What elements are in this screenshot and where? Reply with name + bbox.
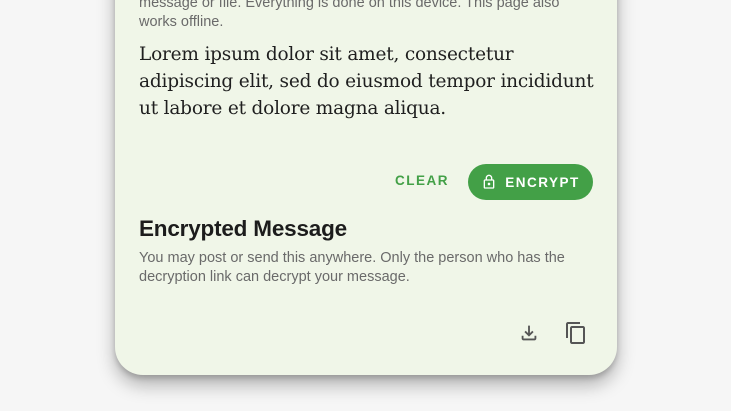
encrypted-message-description: You may post or send this anywhere. Only… — [139, 250, 565, 285]
encrypt-card: message or file. Everything is done on t… — [115, 0, 617, 375]
lock-icon — [481, 174, 497, 190]
message-input[interactable]: Lorem ipsum dolor sit amet, consectetur … — [139, 41, 599, 122]
encrypt-button-label: ENCRYPT — [505, 174, 580, 190]
copy-icon[interactable] — [564, 321, 588, 345]
intro-text: message or file. Everything is done on t… — [139, 0, 560, 30]
download-icon[interactable] — [517, 321, 541, 345]
clear-button[interactable]: CLEAR — [383, 166, 461, 196]
encrypt-button[interactable]: ENCRYPT — [468, 164, 593, 200]
encrypted-message-title: Encrypted Message — [139, 216, 347, 241]
